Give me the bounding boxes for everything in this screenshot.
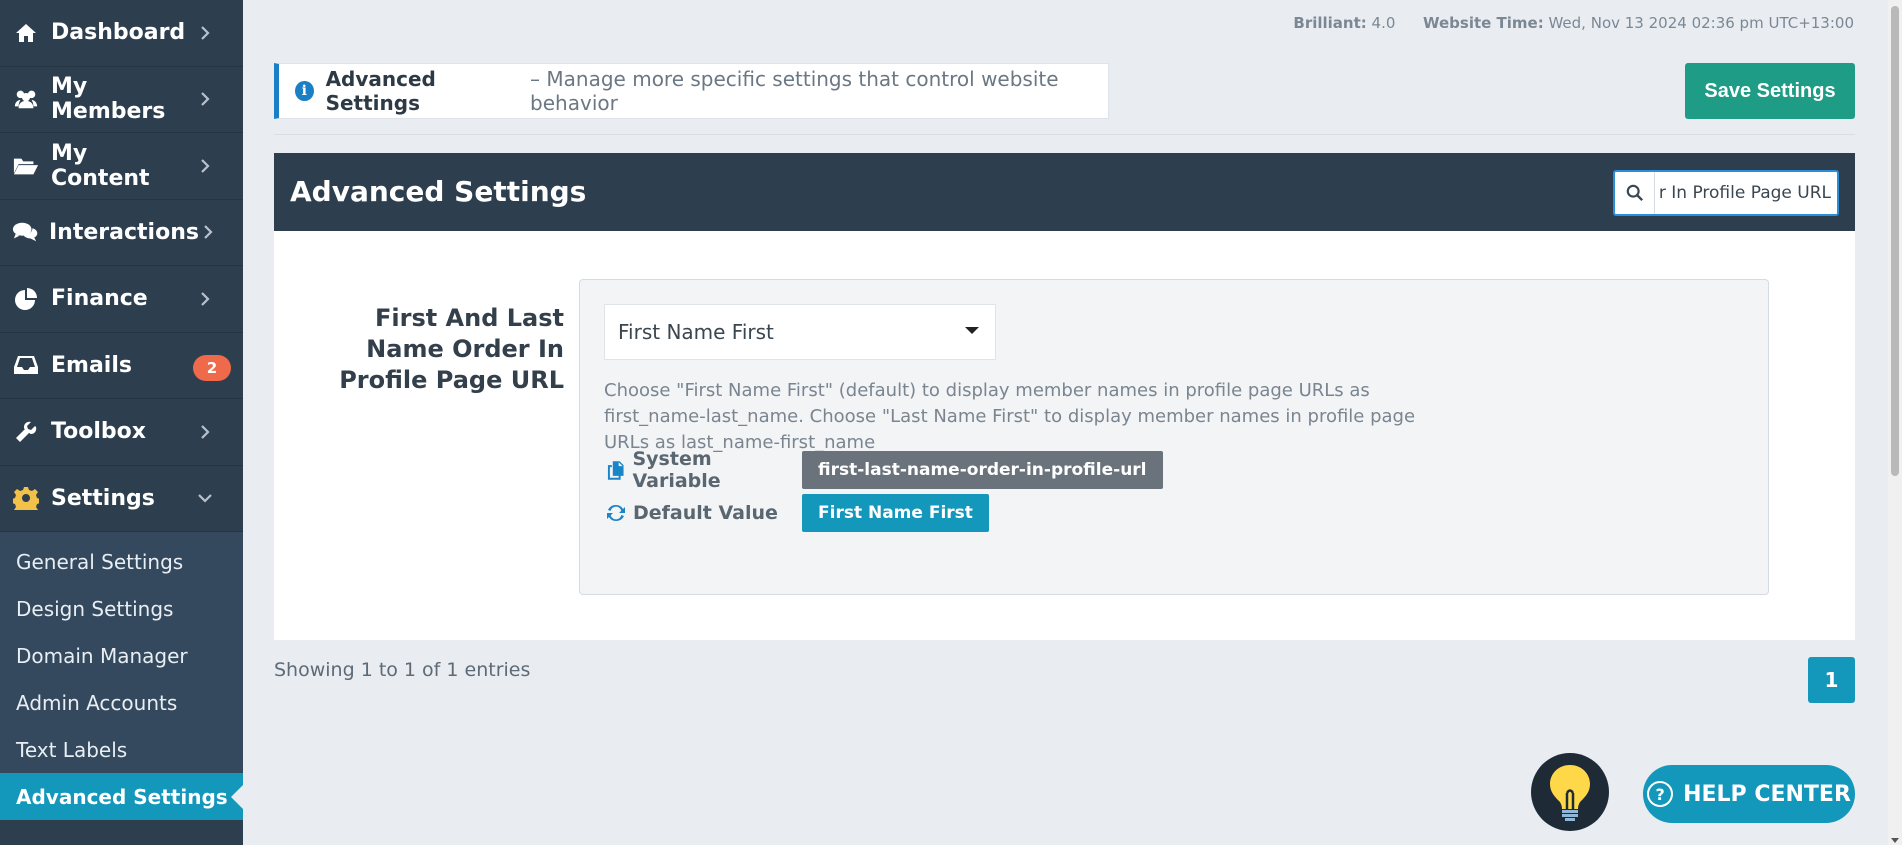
save-settings-button[interactable]: Save Settings [1685, 63, 1855, 119]
default-value-row: Default Value First Name First [606, 494, 989, 532]
submenu-item-general-settings[interactable]: General Settings [0, 538, 243, 585]
chevron-right-icon [193, 87, 217, 111]
search-icon [1615, 172, 1655, 214]
system-variable-row: System Variable first-last-name-order-in… [606, 448, 1163, 492]
inbox-icon [12, 352, 40, 378]
scroll-down-arrow-icon[interactable] [1891, 838, 1899, 843]
chevron-down-icon [193, 486, 217, 510]
caret-down-icon [965, 327, 979, 334]
entries-info: Showing 1 to 1 of 1 entries [274, 659, 531, 681]
chevron-right-icon [193, 21, 217, 45]
wrench-icon [12, 419, 40, 445]
panel-header: Advanced Settings [274, 153, 1855, 231]
sidebar-item-settings[interactable]: Settings [0, 466, 243, 532]
folder-open-icon [12, 153, 40, 179]
banner-title: Advanced Settings [325, 67, 436, 115]
submenu-item-design-settings[interactable]: Design Settings [0, 585, 243, 632]
sidebar-item-my-content[interactable]: My Content [0, 133, 243, 200]
sidebar-item-label: Dashboard [51, 20, 186, 46]
gear-icon [12, 485, 40, 511]
sidebar-item-label: Toolbox [51, 419, 146, 445]
sidebar-item-label: My Members [51, 74, 166, 125]
info-banner: i Advanced Settings – Manage more specif… [274, 63, 1109, 119]
default-value-value[interactable]: First Name First [802, 494, 989, 532]
copy-icon [607, 461, 624, 480]
scrollbar-thumb[interactable] [1891, 6, 1899, 476]
lightbulb-icon [1550, 765, 1590, 821]
sidebar: Dashboard My Members My Content Interact… [0, 0, 243, 845]
version-value: 4.0 [1371, 14, 1396, 32]
help-center-button[interactable]: ? HELP CENTER [1643, 765, 1855, 823]
lightbulb-button[interactable] [1531, 753, 1609, 831]
panel-body: First And Last Name Order In Profile Pag… [274, 231, 1855, 640]
submenu-item-advanced-settings[interactable]: Advanced Settings [0, 773, 243, 820]
name-order-select[interactable]: First Name First [604, 304, 996, 360]
submenu-item-domain-manager[interactable]: Domain Manager [0, 632, 243, 679]
chevron-right-icon [199, 220, 217, 244]
pagination-page-button[interactable]: 1 [1808, 657, 1855, 703]
setting-box: First Name First Choose "First Name Firs… [579, 279, 1769, 595]
submenu-item-admin-accounts[interactable]: Admin Accounts [0, 679, 243, 726]
sidebar-item-finance[interactable]: Finance [0, 266, 243, 333]
sidebar-item-my-members[interactable]: My Members [0, 67, 243, 133]
users-icon [12, 86, 40, 112]
system-variable-label: System Variable [606, 448, 802, 492]
version-label: Brilliant: [1293, 14, 1367, 32]
submenu-item-text-labels[interactable]: Text Labels [0, 726, 243, 773]
home-icon [12, 20, 40, 46]
comments-icon [12, 219, 38, 245]
info-icon: i [295, 81, 314, 101]
settings-submenu: General Settings Design Settings Domain … [0, 532, 243, 820]
system-variable-value[interactable]: first-last-name-order-in-profile-url [802, 451, 1163, 489]
top-info-bar: Brilliant: 4.0 Website Time: Wed, Nov 13… [1293, 14, 1854, 32]
default-value-label: Default Value [606, 502, 802, 524]
setting-label: First And Last Name Order In Profile Pag… [339, 304, 564, 394]
setting-description: Choose "First Name First" (default) to d… [604, 380, 1416, 453]
chevron-right-icon [193, 154, 217, 178]
sidebar-item-dashboard[interactable]: Dashboard [0, 0, 243, 67]
page-scrollbar[interactable] [1888, 0, 1902, 845]
question-icon: ? [1647, 781, 1674, 807]
sidebar-item-emails[interactable]: Emails 2 [0, 333, 243, 399]
help-center-label: HELP CENTER [1683, 781, 1851, 807]
search-input[interactable] [1655, 183, 1831, 203]
chevron-right-icon [193, 420, 217, 444]
banner-text: – Manage more specific settings that con… [530, 67, 1059, 115]
sidebar-item-label: My Content [51, 140, 150, 191]
sidebar-item-label: Settings [51, 485, 155, 511]
sidebar-item-label: Finance [51, 286, 148, 312]
search-box[interactable] [1613, 170, 1839, 216]
website-time-label: Website Time: [1422, 14, 1544, 32]
refresh-icon [607, 504, 625, 522]
emails-count-badge: 2 [193, 354, 231, 381]
pie-chart-icon [12, 286, 40, 312]
panel-title: Advanced Settings [290, 175, 587, 208]
divider [274, 134, 1855, 135]
chevron-right-icon [193, 287, 217, 311]
website-time-value: Wed, Nov 13 2024 02:36 pm UTC+13:00 [1548, 14, 1854, 32]
sidebar-item-interactions[interactable]: Interactions [0, 200, 243, 266]
sidebar-item-label: Interactions [49, 219, 199, 245]
select-value: First Name First [618, 320, 774, 344]
sidebar-item-toolbox[interactable]: Toolbox [0, 399, 243, 466]
